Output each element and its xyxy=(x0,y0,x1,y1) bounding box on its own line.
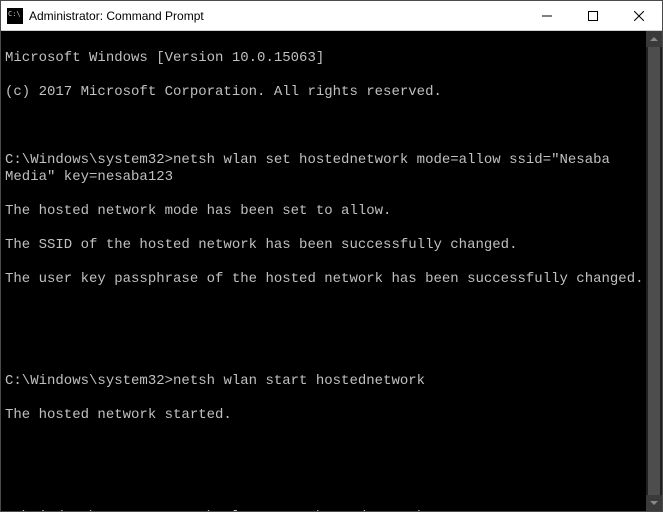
titlebar[interactable]: Administrator: Command Prompt xyxy=(1,1,662,31)
minimize-icon xyxy=(542,11,552,21)
cmd-icon xyxy=(7,8,23,24)
blank-line xyxy=(5,118,658,135)
command-line: C:\Windows\system32>netsh wlan start hos… xyxy=(5,373,658,390)
scroll-track[interactable] xyxy=(646,47,662,495)
command-text: netsh wlan start hostednetwork xyxy=(173,373,425,389)
command-text: netsh wlan start hostednetwork xyxy=(173,509,425,511)
blank-line xyxy=(5,475,658,492)
window-controls xyxy=(524,1,662,30)
scroll-up-button[interactable] xyxy=(646,31,662,47)
minimize-button[interactable] xyxy=(524,1,570,30)
command-line: C:\Windows\system32>netsh wlan set hoste… xyxy=(5,152,658,186)
output-line: The user key passphrase of the hosted ne… xyxy=(5,271,658,288)
output-line: (c) 2017 Microsoft Corporation. All righ… xyxy=(5,84,658,101)
chevron-down-icon xyxy=(650,499,658,507)
app-window: Administrator: Command Prompt Microsoft … xyxy=(0,0,663,512)
blank-line xyxy=(5,339,658,356)
maximize-icon xyxy=(588,11,598,21)
prompt: C:\Windows\system32> xyxy=(5,373,173,389)
chevron-up-icon xyxy=(650,35,658,43)
output-line: The hosted network mode has been set to … xyxy=(5,203,658,220)
command-line: C:\Windows\system32>netsh wlan start hos… xyxy=(5,509,658,511)
blank-line xyxy=(5,305,658,322)
output-line: Microsoft Windows [Version 10.0.15063] xyxy=(5,50,658,67)
prompt: C:\Windows\system32> xyxy=(5,152,173,168)
scroll-down-button[interactable] xyxy=(646,495,662,511)
vertical-scrollbar[interactable] xyxy=(646,31,662,511)
prompt: C:\Windows\system32> xyxy=(5,509,173,511)
output-line: The SSID of the hosted network has been … xyxy=(5,237,658,254)
maximize-button[interactable] xyxy=(570,1,616,30)
blank-line xyxy=(5,441,658,458)
close-icon xyxy=(634,11,644,21)
scroll-thumb[interactable] xyxy=(648,47,660,495)
terminal-area[interactable]: Microsoft Windows [Version 10.0.15063] (… xyxy=(1,31,662,511)
output-line: The hosted network started. xyxy=(5,407,658,424)
window-title: Administrator: Command Prompt xyxy=(29,9,204,23)
close-button[interactable] xyxy=(616,1,662,30)
